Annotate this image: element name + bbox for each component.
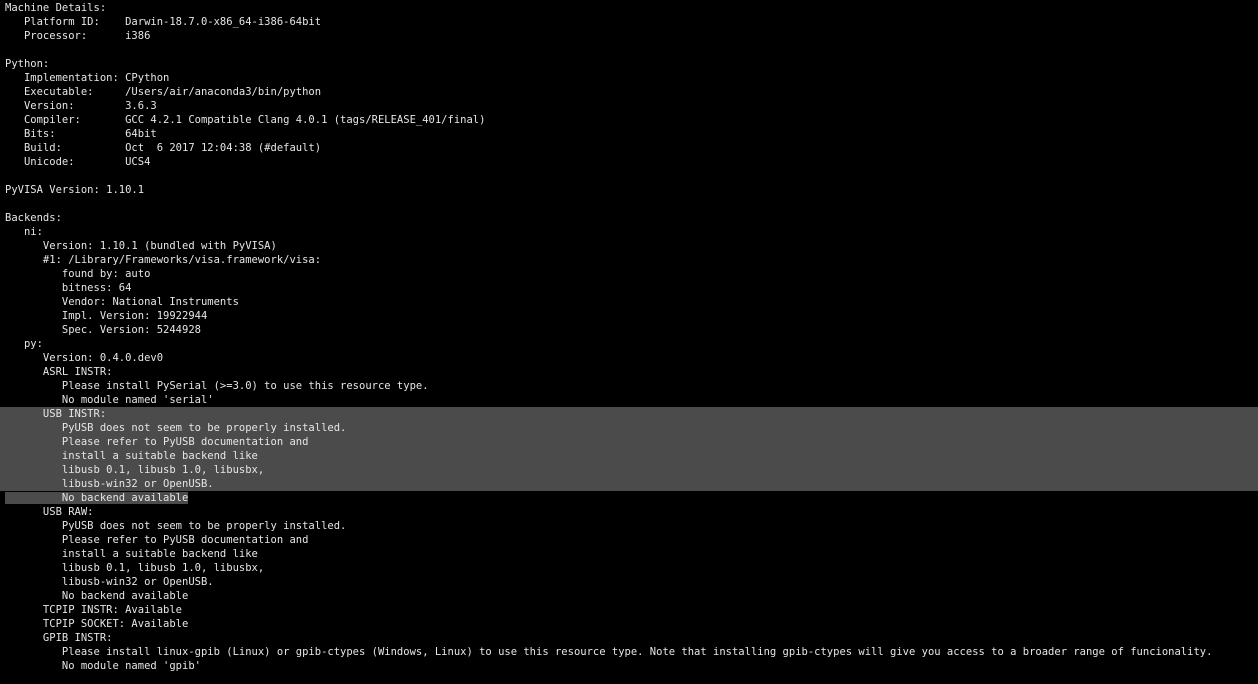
terminal-line: ni:	[5, 226, 43, 238]
terminal-line: install a suitable backend like	[5, 548, 258, 560]
terminal-line: Please install PySerial (>=3.0) to use t…	[5, 380, 429, 392]
terminal-line: py:	[5, 338, 43, 350]
terminal-line: Build: Oct 6 2017 12:04:38 (#default)	[5, 142, 322, 154]
terminal-line: Machine Details:	[5, 2, 107, 14]
terminal-line-selected: PyUSB does not seem to be properly insta…	[0, 421, 1258, 435]
terminal-line: No module named 'serial'	[5, 394, 214, 406]
terminal-line: Bits: 64bit	[5, 128, 157, 140]
terminal-line: #1: /Library/Frameworks/visa.framework/v…	[5, 254, 322, 266]
terminal-line: No module named 'gpib'	[5, 660, 201, 672]
terminal-line: Spec. Version: 5244928	[5, 324, 201, 336]
terminal-line: GPIB INSTR:	[5, 632, 113, 644]
terminal-line: No backend available	[5, 590, 189, 602]
terminal-line-selected: No backend available	[0, 491, 1258, 505]
terminal-line: Version: 0.4.0.dev0	[5, 352, 164, 364]
terminal-line: Processor: i386	[5, 30, 151, 42]
terminal-line: PyUSB does not seem to be properly insta…	[5, 520, 347, 532]
terminal-line: Executable: /Users/air/anaconda3/bin/pyt…	[5, 86, 322, 98]
terminal-line: TCPIP SOCKET: Available	[5, 618, 189, 630]
terminal-line: Unicode: UCS4	[5, 156, 151, 168]
terminal-line: bitness: 64	[5, 282, 132, 294]
terminal-line: PyVISA Version: 1.10.1	[5, 184, 145, 196]
terminal-window[interactable]: Machine Details: Platform ID: Darwin-18.…	[0, 0, 1258, 684]
terminal-line-selected: libusb-win32 or OpenUSB.	[0, 477, 1258, 491]
terminal-line-selected: libusb 0.1, libusb 1.0, libusbx,	[0, 463, 1258, 477]
terminal-line-selected: install a suitable backend like	[0, 449, 1258, 463]
terminal-line: libusb 0.1, libusb 1.0, libusbx,	[5, 562, 265, 574]
terminal-line: ASRL INSTR:	[5, 366, 113, 378]
terminal-line: Implementation: CPython	[5, 72, 170, 84]
terminal-line: Python:	[5, 58, 50, 70]
terminal-line-selected: Please refer to PyUSB documentation and	[0, 435, 1258, 449]
terminal-line: Version: 1.10.1 (bundled with PyVISA)	[5, 240, 277, 252]
terminal-line: libusb-win32 or OpenUSB.	[5, 576, 214, 588]
terminal-line: Impl. Version: 19922944	[5, 310, 208, 322]
terminal-line-selected: USB INSTR:	[0, 407, 1258, 421]
terminal-output[interactable]: Machine Details: Platform ID: Darwin-18.…	[0, 1, 1258, 673]
terminal-line: Version: 3.6.3	[5, 100, 157, 112]
terminal-line: Compiler: GCC 4.2.1 Compatible Clang 4.0…	[5, 114, 486, 126]
terminal-line: Backends:	[5, 212, 62, 224]
terminal-line: Please refer to PyUSB documentation and	[5, 534, 309, 546]
selected-text: No backend available	[5, 492, 189, 504]
terminal-line: Vendor: National Instruments	[5, 296, 239, 308]
terminal-line: TCPIP INSTR: Available	[5, 604, 183, 616]
terminal-line: found by: auto	[5, 268, 151, 280]
terminal-line: Platform ID: Darwin-18.7.0-x86_64-i386-6…	[5, 16, 322, 28]
terminal-line: Please install linux-gpib (Linux) or gpi…	[5, 646, 1213, 658]
terminal-line: USB RAW:	[5, 506, 94, 518]
